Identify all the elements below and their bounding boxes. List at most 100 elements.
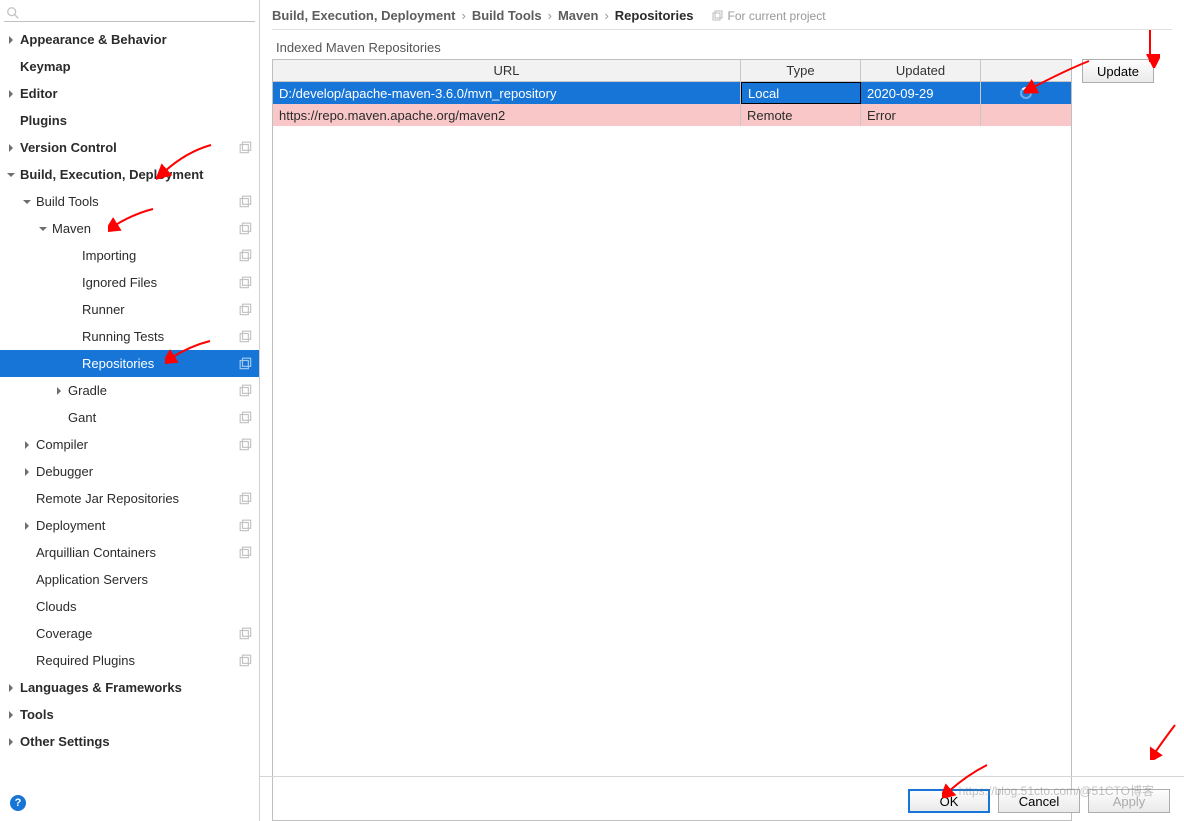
sidebar-item-label: Compiler [36, 437, 259, 452]
sidebar-item[interactable]: Version Control [0, 134, 259, 161]
spacer [22, 548, 32, 558]
sidebar-item[interactable]: Ignored Files [0, 269, 259, 296]
sidebar-item[interactable]: Tools [0, 701, 259, 728]
sidebar-item[interactable]: Build, Execution, Deployment [0, 161, 259, 188]
sidebar-item[interactable]: Other Settings [0, 728, 259, 755]
copy-icon [239, 303, 253, 317]
sidebar-item[interactable]: Languages & Frameworks [0, 674, 259, 701]
copy-icon [239, 141, 253, 155]
copy-icon [712, 10, 724, 22]
column-header-updated[interactable]: Updated [861, 60, 981, 81]
sidebar-item[interactable]: Running Tests [0, 323, 259, 350]
update-button[interactable]: Update [1082, 59, 1154, 83]
chevron-right-icon[interactable] [6, 143, 16, 153]
spacer [22, 629, 32, 639]
spacer [22, 575, 32, 585]
sidebar-item-label: Keymap [20, 59, 259, 74]
copy-icon [239, 492, 253, 506]
breadcrumb-item[interactable]: Build, Execution, Deployment [272, 8, 455, 23]
breadcrumb: Build, Execution, Deployment › Build Too… [272, 0, 1172, 30]
copy-icon [239, 627, 253, 641]
copy-icon [239, 411, 253, 425]
sidebar-item-label: Importing [82, 248, 259, 263]
sidebar-item[interactable]: Required Plugins [0, 647, 259, 674]
breadcrumb-item[interactable]: Build Tools [472, 8, 542, 23]
sidebar-item[interactable]: Gant [0, 404, 259, 431]
chevron-right-icon[interactable] [6, 89, 16, 99]
copy-icon [239, 276, 253, 290]
sidebar-item[interactable]: Importing [0, 242, 259, 269]
cell-type: Remote [741, 104, 861, 126]
copy-icon [239, 384, 253, 398]
chevron-right-icon[interactable] [22, 440, 32, 450]
sidebar-item-label: Languages & Frameworks [20, 680, 259, 695]
settings-main: Build, Execution, Deployment › Build Too… [260, 0, 1184, 821]
chevron-right-icon[interactable] [22, 521, 32, 531]
spacer [22, 602, 32, 612]
cell-url: https://repo.maven.apache.org/maven2 [273, 104, 741, 126]
copy-icon [239, 222, 253, 236]
sidebar-item[interactable]: Coverage [0, 620, 259, 647]
chevron-right-icon[interactable] [6, 35, 16, 45]
chevron-right-icon: › [604, 8, 608, 23]
cell-updated: 2020-09-29 [861, 82, 981, 104]
sidebar-item[interactable]: Repositories [0, 350, 259, 377]
sidebar-item[interactable]: Deployment [0, 512, 259, 539]
column-header-url[interactable]: URL [273, 60, 741, 81]
chevron-down-icon[interactable] [38, 224, 48, 234]
spacer [68, 278, 78, 288]
chevron-right-icon[interactable] [22, 467, 32, 477]
chevron-right-icon[interactable] [6, 710, 16, 720]
sidebar-item-label: Clouds [36, 599, 259, 614]
sidebar-item-label: Running Tests [82, 329, 259, 344]
column-header-indicator [981, 60, 1071, 81]
sidebar-item[interactable]: Editor [0, 80, 259, 107]
spacer [22, 656, 32, 666]
sidebar-item[interactable]: Compiler [0, 431, 259, 458]
table-row[interactable]: D:/develop/apache-maven-3.6.0/mvn_reposi… [273, 82, 1071, 104]
chevron-down-icon[interactable] [22, 197, 32, 207]
sidebar-item[interactable]: Debugger [0, 458, 259, 485]
sidebar-item-label: Debugger [36, 464, 259, 479]
table-row[interactable]: https://repo.maven.apache.org/maven2 Rem… [273, 104, 1071, 126]
sidebar-item[interactable]: Build Tools [0, 188, 259, 215]
copy-icon [239, 438, 253, 452]
sidebar-item[interactable]: Gradle [0, 377, 259, 404]
scope-hint: For current project [712, 9, 826, 23]
column-header-type[interactable]: Type [741, 60, 861, 81]
search-icon [6, 6, 20, 20]
sidebar-item[interactable]: Appearance & Behavior [0, 26, 259, 53]
table-header: URL Type Updated [273, 60, 1071, 82]
sidebar-item-label: Other Settings [20, 734, 259, 749]
section-label: Indexed Maven Repositories [276, 40, 1172, 55]
chevron-down-icon[interactable] [6, 170, 16, 180]
sidebar-item-label: Required Plugins [36, 653, 259, 668]
sidebar-item[interactable]: Arquillian Containers [0, 539, 259, 566]
chevron-right-icon[interactable] [6, 737, 16, 747]
sidebar-search[interactable] [4, 4, 255, 22]
sidebar-item[interactable]: Runner [0, 296, 259, 323]
cell-type: Local [741, 82, 861, 104]
spinner-icon [1020, 87, 1032, 99]
sidebar-item[interactable]: Remote Jar Repositories [0, 485, 259, 512]
sidebar-item[interactable]: Clouds [0, 593, 259, 620]
sidebar-item[interactable]: Application Servers [0, 566, 259, 593]
sidebar-item-label: Deployment [36, 518, 259, 533]
chevron-right-icon[interactable] [6, 683, 16, 693]
help-button[interactable]: ? [10, 795, 26, 811]
chevron-right-icon: › [461, 8, 465, 23]
spacer [68, 332, 78, 342]
cell-updated: Error [861, 104, 981, 126]
sidebar-item-label: Maven [52, 221, 259, 236]
sidebar-item[interactable]: Plugins [0, 107, 259, 134]
sidebar-item-label: Plugins [20, 113, 259, 128]
sidebar-item[interactable]: Keymap [0, 53, 259, 80]
breadcrumb-item[interactable]: Maven [558, 8, 598, 23]
sidebar-item-label: Runner [82, 302, 259, 317]
copy-icon [239, 519, 253, 533]
chevron-right-icon[interactable] [54, 386, 64, 396]
sidebar-item-label: Application Servers [36, 572, 259, 587]
spacer [68, 359, 78, 369]
sidebar-item[interactable]: Maven [0, 215, 259, 242]
sidebar-item-label: Coverage [36, 626, 259, 641]
